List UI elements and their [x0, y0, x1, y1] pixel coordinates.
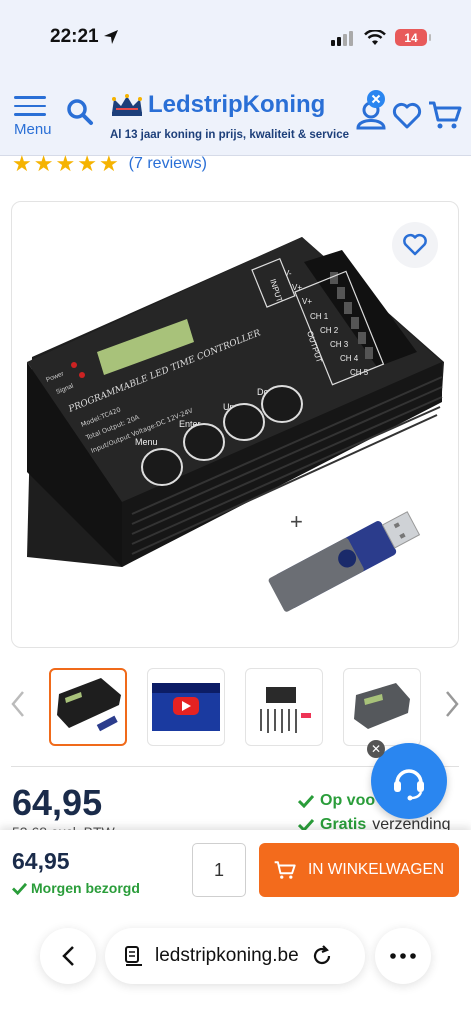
ch5-label: CH 5 — [350, 368, 369, 377]
usp-label: Op voo — [320, 792, 376, 809]
address-bar[interactable]: ledstripkoning.be — [105, 928, 365, 984]
product-price: 64,95 — [12, 782, 103, 823]
url-text: ledstripkoning.be — [155, 945, 299, 966]
status-indicators: 14 — [331, 29, 431, 46]
check-icon — [12, 882, 27, 895]
thumbnail-4[interactable] — [343, 668, 421, 746]
prev-image-button[interactable] — [10, 690, 26, 726]
brand-name: LedstripKoning — [148, 91, 326, 118]
page: 22:21 14 Menu LedstripKoning Al 13 jaar … — [0, 0, 471, 1024]
ch3-label: CH 3 — [330, 340, 349, 349]
menu-btn-text: Menu — [135, 437, 158, 447]
thumbnail-video-image — [152, 683, 220, 731]
check-icon — [298, 794, 314, 808]
thumbnail-2-video[interactable] — [147, 668, 225, 746]
star-icon: ★ — [98, 151, 119, 176]
cart-icon[interactable] — [428, 100, 462, 130]
heart-icon — [403, 233, 427, 256]
brand-tagline: Al 13 jaar koning in prijs, kwaliteit & … — [110, 129, 350, 141]
ch1-label: CH 1 — [310, 312, 329, 321]
next-image-button[interactable] — [444, 690, 460, 726]
usp-item: Op voo — [298, 792, 375, 810]
back-button[interactable] — [40, 928, 96, 984]
cart-bar-price: 64,95 — [12, 848, 70, 874]
delivery-info: Morgen bezorgd — [12, 880, 140, 896]
add-to-wishlist-button[interactable] — [392, 222, 438, 268]
quantity-input[interactable] — [192, 843, 246, 897]
search-icon[interactable] — [66, 98, 94, 126]
heart-icon[interactable] — [392, 102, 422, 130]
star-icon: ★ — [55, 151, 76, 176]
chevron-right-icon — [446, 691, 459, 717]
hamburger-icon — [14, 96, 58, 116]
battery-indicator: 14 — [395, 29, 431, 46]
star-icon: ★ — [12, 151, 32, 176]
v-plus-label-2: V+ — [302, 297, 312, 306]
menu-button[interactable]: Menu — [14, 96, 58, 140]
controller-image: PROGRAMMABLE LED TIME CONTROLLER Model:T… — [27, 237, 444, 612]
cart-icon — [274, 861, 296, 879]
ellipsis-icon — [390, 953, 416, 959]
chevron-left-icon — [62, 946, 74, 966]
reviews-count-link[interactable]: (7 reviews) — [129, 155, 207, 173]
more-options-button[interactable] — [375, 928, 431, 984]
v-plus-label: V+ — [292, 283, 302, 292]
page-menu-icon[interactable] — [123, 945, 145, 967]
add-to-cart-button[interactable]: IN WINKELWAGEN — [259, 843, 459, 897]
chevron-left-icon — [11, 691, 24, 717]
status-time: 22:21 — [50, 26, 119, 48]
thumbnail-3[interactable] — [245, 668, 323, 746]
thumbnail-kit-image — [260, 687, 311, 733]
close-chat-icon[interactable]: ✕ — [367, 740, 385, 758]
menu-label: Menu — [14, 120, 52, 138]
product-image[interactable]: PROGRAMMABLE LED TIME CONTROLLER Model:T… — [11, 201, 459, 648]
cellular-signal-icon — [331, 30, 353, 46]
plus-sign: + — [290, 509, 303, 534]
location-arrow-icon — [103, 30, 118, 44]
ch4-label: CH 4 — [340, 354, 359, 363]
star-icon: ★ — [33, 151, 54, 176]
account-icon[interactable] — [355, 90, 387, 130]
status-bar: 22:21 14 — [0, 0, 471, 78]
add-to-cart-label: IN WINKELWAGEN — [307, 861, 445, 878]
site-logo[interactable]: LedstripKoning — [110, 91, 325, 119]
thumbnail-controller-image — [57, 678, 121, 732]
reload-icon[interactable] — [311, 945, 333, 967]
clock-text: 22:21 — [50, 26, 99, 47]
thumbnail-side-image — [354, 683, 410, 729]
battery-level: 14 — [404, 30, 418, 45]
thumbnail-1[interactable] — [49, 668, 127, 746]
v-minus-label: V- — [284, 269, 292, 278]
star-icon: ★ — [77, 151, 97, 176]
headset-icon — [394, 769, 424, 801]
delivery-text: Morgen bezorgd — [31, 880, 140, 896]
review-summary[interactable]: ★ ★ ★ ★ ★ (7 reviews) — [12, 153, 207, 175]
crown-icon — [112, 94, 142, 116]
wifi-icon — [364, 29, 386, 45]
ch2-label: CH 2 — [320, 326, 339, 335]
